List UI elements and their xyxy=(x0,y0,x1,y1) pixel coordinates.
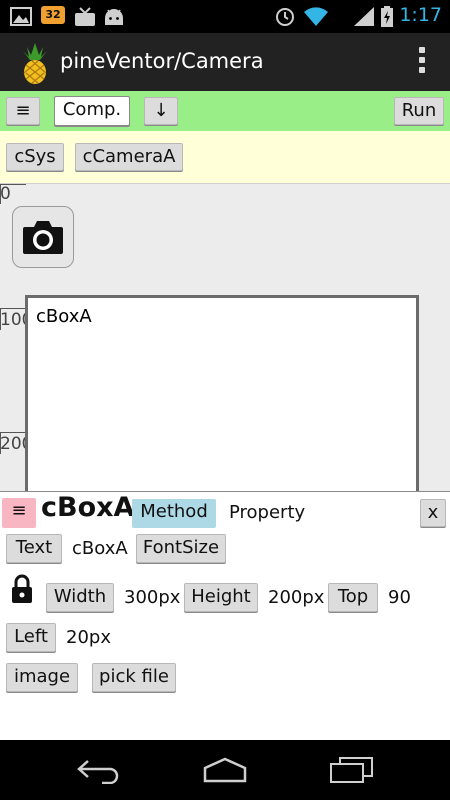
fontsize-property-button[interactable]: FontSize xyxy=(136,534,226,563)
ruler-label-0: 0 xyxy=(0,184,11,204)
run-button[interactable]: Run xyxy=(394,97,444,125)
ruler-line xyxy=(0,308,1,330)
text-property-button[interactable]: Text xyxy=(6,534,62,563)
ruler-line xyxy=(0,184,1,204)
action-bar: pineVentor/Camera xyxy=(0,33,450,91)
ruler-line xyxy=(0,432,1,454)
notification-count-icon: 32 xyxy=(41,6,65,24)
top-property-button[interactable]: Top xyxy=(328,583,378,612)
android-icon xyxy=(105,9,123,25)
home-icon[interactable] xyxy=(202,756,248,784)
app-title: pineVentor/Camera xyxy=(60,49,264,73)
component-ccameraa-button[interactable]: cCameraA xyxy=(75,143,183,171)
cboxa-text: cBoxA xyxy=(36,306,92,327)
tv-icon xyxy=(75,7,95,26)
toolbar: ≡ Comp. ↓ Run xyxy=(0,91,450,131)
recents-icon[interactable] xyxy=(328,756,374,784)
design-canvas[interactable]: 0 100 200 cBoxA xyxy=(0,184,450,505)
down-arrow-button[interactable]: ↓ xyxy=(144,97,178,125)
gallery-icon xyxy=(10,7,32,26)
close-button[interactable]: x xyxy=(420,499,446,527)
lock-icon[interactable] xyxy=(10,574,34,604)
camera-icon xyxy=(23,221,63,254)
left-property-value: 20px xyxy=(66,627,111,648)
property-tab[interactable]: Property xyxy=(229,502,305,523)
camera-component[interactable] xyxy=(12,206,74,268)
method-tab[interactable]: Method xyxy=(132,499,216,528)
ruler-tick xyxy=(0,184,26,185)
comp-button[interactable]: Comp. xyxy=(54,96,130,126)
pineapple-icon xyxy=(23,43,47,84)
image-button[interactable]: image xyxy=(6,663,78,692)
component-csys-button[interactable]: cSys xyxy=(6,143,64,171)
ruler-tick xyxy=(0,308,26,309)
panel-title: cBoxA xyxy=(41,492,135,523)
text-property-value: cBoxA xyxy=(72,538,128,559)
back-icon[interactable] xyxy=(76,758,122,784)
width-property-button[interactable]: Width xyxy=(46,583,114,612)
alarm-icon xyxy=(276,8,294,26)
pick-file-button[interactable]: pick file xyxy=(92,663,176,692)
cboxa-component[interactable]: cBoxA xyxy=(25,295,419,505)
left-property-button[interactable]: Left xyxy=(6,623,56,652)
ruler-tick xyxy=(0,432,26,433)
panel-menu-button[interactable]: ≡ xyxy=(2,498,36,528)
property-panel: ≡ cBoxA Method Property x Text cBoxA Fon… xyxy=(0,491,450,741)
component-list: cSys cCameraA xyxy=(0,131,450,184)
navigation-bar xyxy=(0,740,450,800)
menu-button[interactable]: ≡ xyxy=(6,97,40,125)
battery-charging-icon xyxy=(381,6,393,27)
height-property-value: 200px xyxy=(268,587,325,608)
signal-icon xyxy=(354,7,374,26)
top-property-value: 90 xyxy=(388,587,411,608)
status-bar: 32 1:17 xyxy=(0,0,450,33)
height-property-button[interactable]: Height xyxy=(184,583,258,612)
overflow-menu-icon[interactable] xyxy=(418,47,426,77)
width-property-value: 300px xyxy=(124,587,181,608)
wifi-icon xyxy=(304,7,328,26)
clock: 1:17 xyxy=(399,4,442,26)
